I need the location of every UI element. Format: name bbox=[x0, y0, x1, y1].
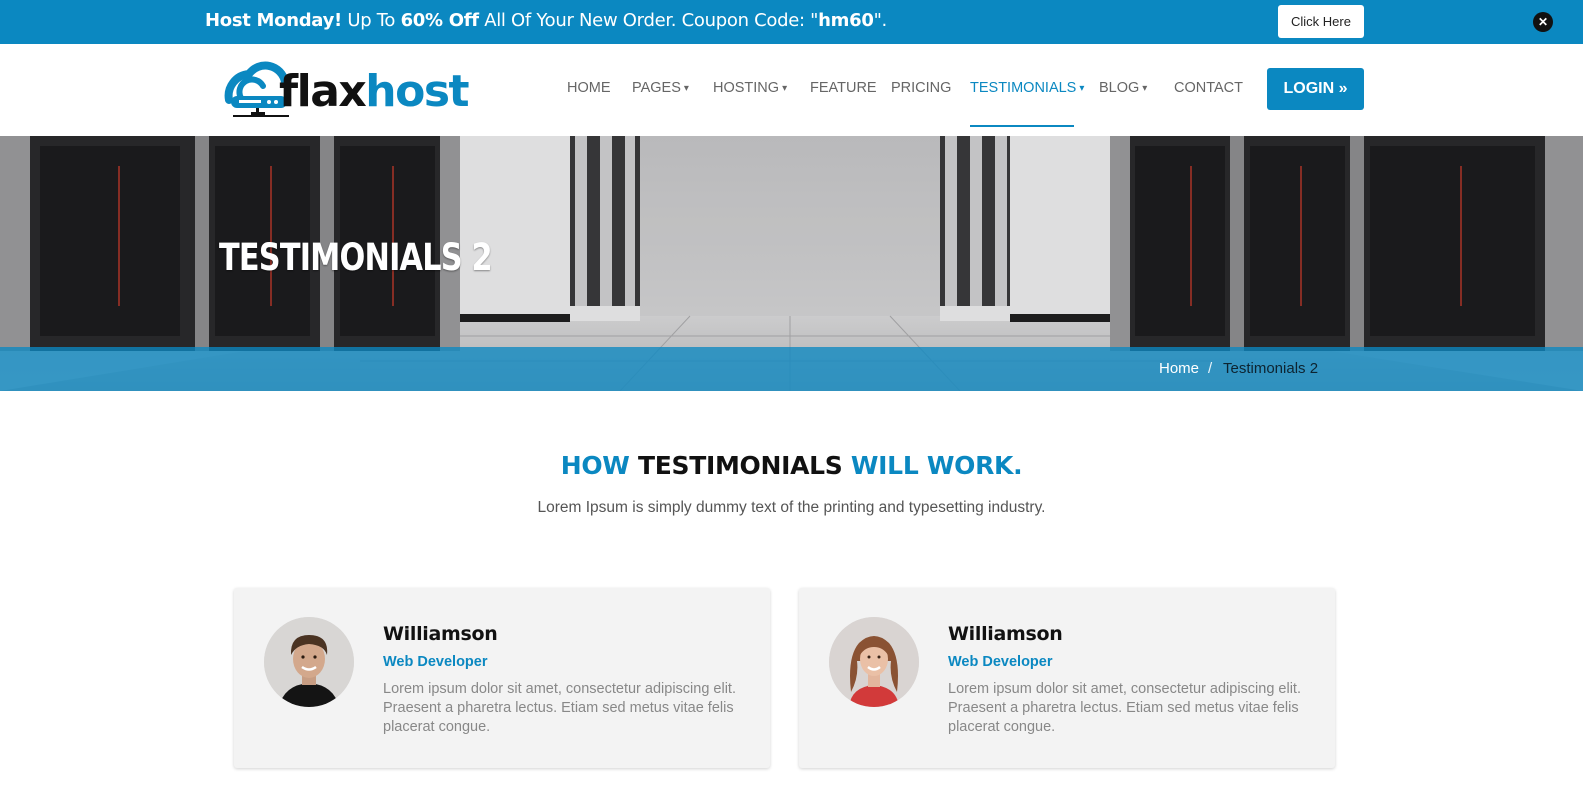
nav-item-hosting[interactable]: HOSTING ▾ bbox=[713, 80, 787, 96]
testimonial-role: Web Developer bbox=[383, 654, 488, 670]
nav-label: CONTACT bbox=[1174, 80, 1244, 96]
section-title-part-3: WILL WORK. bbox=[850, 451, 1023, 480]
promo-text: Host Monday! Up To 60% Off All Of Your N… bbox=[205, 10, 887, 31]
close-icon[interactable]: ✕ bbox=[1533, 12, 1553, 32]
promo-discount: 60% Off bbox=[400, 10, 480, 31]
promo-text-2: All Of Your New Order. Coupon Code: " bbox=[478, 10, 819, 31]
promo-code: hm60 bbox=[818, 10, 874, 31]
breadcrumb-home-link[interactable]: Home bbox=[1159, 360, 1199, 377]
breadcrumb-separator: / bbox=[1208, 360, 1213, 377]
nav-item-blog[interactable]: BLOG ▾ bbox=[1099, 80, 1147, 96]
promo-text-3: ". bbox=[873, 10, 888, 31]
active-nav-indicator bbox=[970, 125, 1074, 127]
chevron-down-icon: ▾ bbox=[1079, 83, 1085, 94]
male-avatar-image bbox=[264, 617, 354, 707]
login-label: LOGIN bbox=[1283, 80, 1335, 97]
nav-item-pages[interactable]: PAGES ▾ bbox=[632, 80, 689, 96]
breadcrumb-bar bbox=[0, 347, 1583, 391]
testimonial-card: Williamson Web Developer Lorem ipsum dol… bbox=[799, 588, 1335, 768]
female-avatar-image bbox=[829, 617, 919, 707]
login-button[interactable]: LOGIN » bbox=[1267, 68, 1364, 110]
page-title: TESTIMONIALS 2 bbox=[219, 236, 493, 279]
chevron-down-icon: ▾ bbox=[782, 83, 788, 94]
breadcrumb-current: Testimonials 2 bbox=[1223, 360, 1319, 377]
site-header: flaxhost HOME PAGES ▾ HOSTING ▾ FEATURE PR… bbox=[0, 44, 1583, 136]
testimonial-text: Lorem ipsum dolor sit amet, consectetur … bbox=[948, 681, 1301, 735]
logo-part-2: host bbox=[365, 66, 469, 117]
promo-text-1: Up To bbox=[341, 10, 401, 31]
section-title-part-2: TESTIMONIALS bbox=[637, 451, 843, 480]
nav-item-feature[interactable]: FEATURE bbox=[810, 80, 877, 96]
testimonial-name: Williamson bbox=[383, 623, 498, 645]
testimonial-text: Lorem ipsum dolor sit amet, consectetur … bbox=[383, 681, 736, 735]
nav-item-pricing[interactable]: PRICING bbox=[891, 80, 951, 96]
nav-item-testimonials[interactable]: TESTIMONIALS ▾ bbox=[970, 80, 1084, 96]
logo[interactable]: flaxhost bbox=[219, 56, 470, 122]
testimonial-card: Williamson Web Developer Lorem ipsum dol… bbox=[234, 588, 770, 768]
testimonial-name: Williamson bbox=[948, 623, 1063, 645]
nav-label: PAGES bbox=[632, 80, 681, 96]
nav-item-contact[interactable]: CONTACT bbox=[1174, 80, 1243, 96]
nav-label: HOSTING bbox=[713, 80, 780, 96]
avatar bbox=[829, 617, 919, 707]
chevron-down-icon: ▾ bbox=[1142, 83, 1148, 94]
nav-label: TESTIMONIALS bbox=[970, 80, 1077, 96]
section-title-part-1: HOW bbox=[560, 451, 630, 480]
chevron-down-icon: ▾ bbox=[683, 83, 689, 94]
promo-click-here-button[interactable]: Click Here bbox=[1278, 5, 1364, 38]
section-title: HOW TESTIMONIALS WILL WORK. bbox=[0, 451, 1583, 480]
nav-label: FEATURE bbox=[810, 80, 877, 96]
section-subtitle: Lorem Ipsum is simply dummy text of the … bbox=[537, 499, 1046, 516]
promo-bar: Host Monday! Up To 60% Off All Of Your N… bbox=[0, 0, 1583, 44]
double-chevron-right-icon: » bbox=[1338, 80, 1348, 97]
avatar bbox=[264, 617, 354, 707]
logo-part-1: flax bbox=[279, 66, 367, 117]
logo-wordmark: flaxhost bbox=[279, 66, 470, 117]
nav-label: BLOG bbox=[1099, 80, 1140, 96]
nav-label: PRICING bbox=[891, 80, 952, 96]
nav-item-home[interactable]: HOME bbox=[567, 80, 611, 96]
promo-lead: Host Monday! bbox=[205, 10, 342, 31]
page-hero: TESTIMONIALS 2 Home / Testimonials 2 bbox=[0, 136, 1583, 391]
nav-label: HOME bbox=[567, 80, 611, 96]
testimonial-role: Web Developer bbox=[948, 654, 1053, 670]
